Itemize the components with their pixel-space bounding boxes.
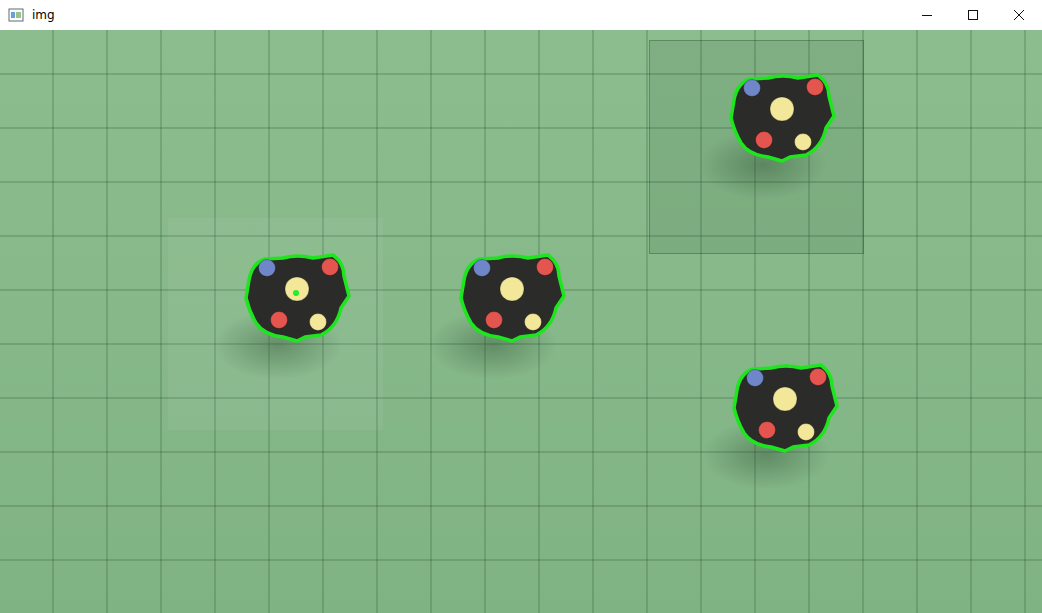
minimize-button[interactable] (904, 0, 950, 30)
window-icon (8, 8, 24, 22)
marker-dot (310, 314, 327, 331)
marker-dot (795, 134, 812, 151)
robot (731, 360, 841, 456)
title-bar: img (0, 0, 1042, 30)
marker-dot (756, 132, 773, 149)
marker-dot (747, 370, 764, 387)
marker-dot (759, 422, 776, 439)
robot-contour (734, 365, 837, 451)
marker-dot (500, 277, 524, 301)
marker-dot (259, 260, 276, 277)
window-title: img (32, 8, 55, 22)
camera-view (0, 30, 1042, 613)
maximize-icon (967, 9, 979, 21)
marker-dot (537, 259, 554, 276)
marker-dot (322, 259, 339, 276)
marker-dot (807, 79, 824, 96)
robot (243, 250, 353, 346)
robot-contour (731, 75, 834, 161)
marker-dot (474, 260, 491, 277)
marker-dot (525, 314, 542, 331)
image-window: img (0, 0, 1042, 613)
robot (458, 250, 568, 346)
marker-dot (773, 387, 797, 411)
marker-dot (285, 277, 309, 301)
center-marker (293, 290, 299, 296)
close-icon (1013, 9, 1025, 21)
marker-dot (770, 97, 794, 121)
marker-dot (744, 80, 761, 97)
marker-dot (798, 424, 815, 441)
minimize-icon (921, 9, 933, 21)
marker-dot (810, 369, 827, 386)
marker-dot (486, 312, 503, 329)
marker-dot (271, 312, 288, 329)
robot-contour (461, 255, 564, 341)
maximize-button[interactable] (950, 0, 996, 30)
close-button[interactable] (996, 0, 1042, 30)
robot-contour (246, 255, 349, 341)
robot (728, 70, 838, 166)
